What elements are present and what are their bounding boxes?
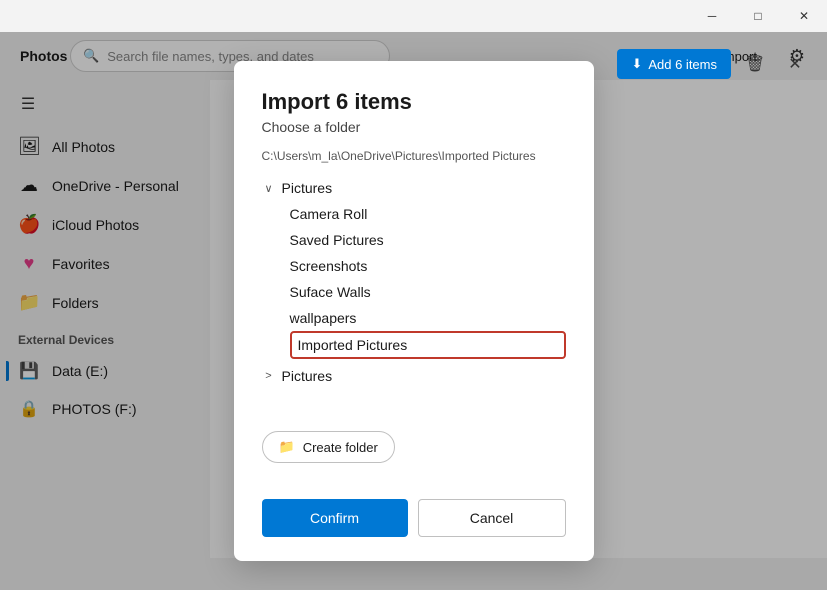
dialog-path: C:\Users\m_la\OneDrive\Pictures\Imported… bbox=[262, 149, 566, 163]
confirm-button[interactable]: Confirm bbox=[262, 499, 408, 537]
create-folder-icon: 📁 bbox=[279, 439, 295, 455]
add-items-label: Add 6 items bbox=[648, 57, 717, 72]
folder-tree: ∨ Pictures Camera Roll Saved Pictures Sc… bbox=[262, 175, 566, 415]
dialog-subtitle: Choose a folder bbox=[262, 119, 566, 135]
tree-item-screenshots[interactable]: Screenshots bbox=[290, 253, 566, 279]
import-dialog: Import 6 items Choose a folder C:\Users\… bbox=[234, 61, 594, 561]
create-folder-button[interactable]: 📁 Create folder bbox=[262, 431, 395, 463]
tree-item-label: Pictures bbox=[282, 368, 333, 384]
tree-item-label: Camera Roll bbox=[290, 206, 368, 222]
window-controls: ─ □ ✕ bbox=[689, 0, 827, 32]
tree-item-pictures-root[interactable]: ∨ Pictures bbox=[262, 175, 566, 201]
collapse-arrow-icon: > bbox=[262, 370, 276, 382]
cancel-button[interactable]: Cancel bbox=[418, 499, 566, 537]
tree-item-pictures-collapsed[interactable]: > Pictures bbox=[262, 363, 566, 389]
modal-overlay: ⬇ Add 6 items 🗑 ✕ Import 6 items Choose … bbox=[0, 32, 827, 590]
tree-children: Camera Roll Saved Pictures Screenshots S… bbox=[262, 201, 566, 359]
tree-item-wallpapers[interactable]: wallpapers bbox=[290, 305, 566, 331]
tree-item-camera-roll[interactable]: Camera Roll bbox=[290, 201, 566, 227]
tree-item-label: wallpapers bbox=[290, 310, 357, 326]
create-folder-label: Create folder bbox=[303, 440, 378, 455]
delete-icon: 🗑 bbox=[745, 54, 765, 74]
close-overlay-button[interactable]: ✕ bbox=[779, 48, 811, 80]
minimize-button[interactable]: ─ bbox=[689, 0, 735, 32]
delete-button[interactable]: 🗑 bbox=[739, 48, 771, 80]
add-items-icon: ⬇ bbox=[631, 56, 642, 72]
close-overlay-icon: ✕ bbox=[788, 54, 801, 74]
tree-item-label: Saved Pictures bbox=[290, 232, 384, 248]
expand-arrow-icon: ∨ bbox=[262, 182, 276, 195]
title-bar: ─ □ ✕ bbox=[0, 0, 827, 32]
add-items-button[interactable]: ⬇ Add 6 items bbox=[617, 49, 731, 79]
tree-item-label: Suface Walls bbox=[290, 284, 371, 300]
tree-item-label: Pictures bbox=[282, 180, 333, 196]
tree-item-saved-pictures[interactable]: Saved Pictures bbox=[290, 227, 566, 253]
close-button[interactable]: ✕ bbox=[781, 0, 827, 32]
tree-item-imported-pictures[interactable]: Imported Pictures bbox=[290, 331, 566, 359]
tree-item-label: Screenshots bbox=[290, 258, 368, 274]
dialog-title: Import 6 items bbox=[262, 89, 566, 115]
tree-item-surface-walls[interactable]: Suface Walls bbox=[290, 279, 566, 305]
tree-item-label: Imported Pictures bbox=[298, 337, 408, 353]
dialog-actions: Confirm Cancel bbox=[262, 499, 566, 537]
maximize-button[interactable]: □ bbox=[735, 0, 781, 32]
